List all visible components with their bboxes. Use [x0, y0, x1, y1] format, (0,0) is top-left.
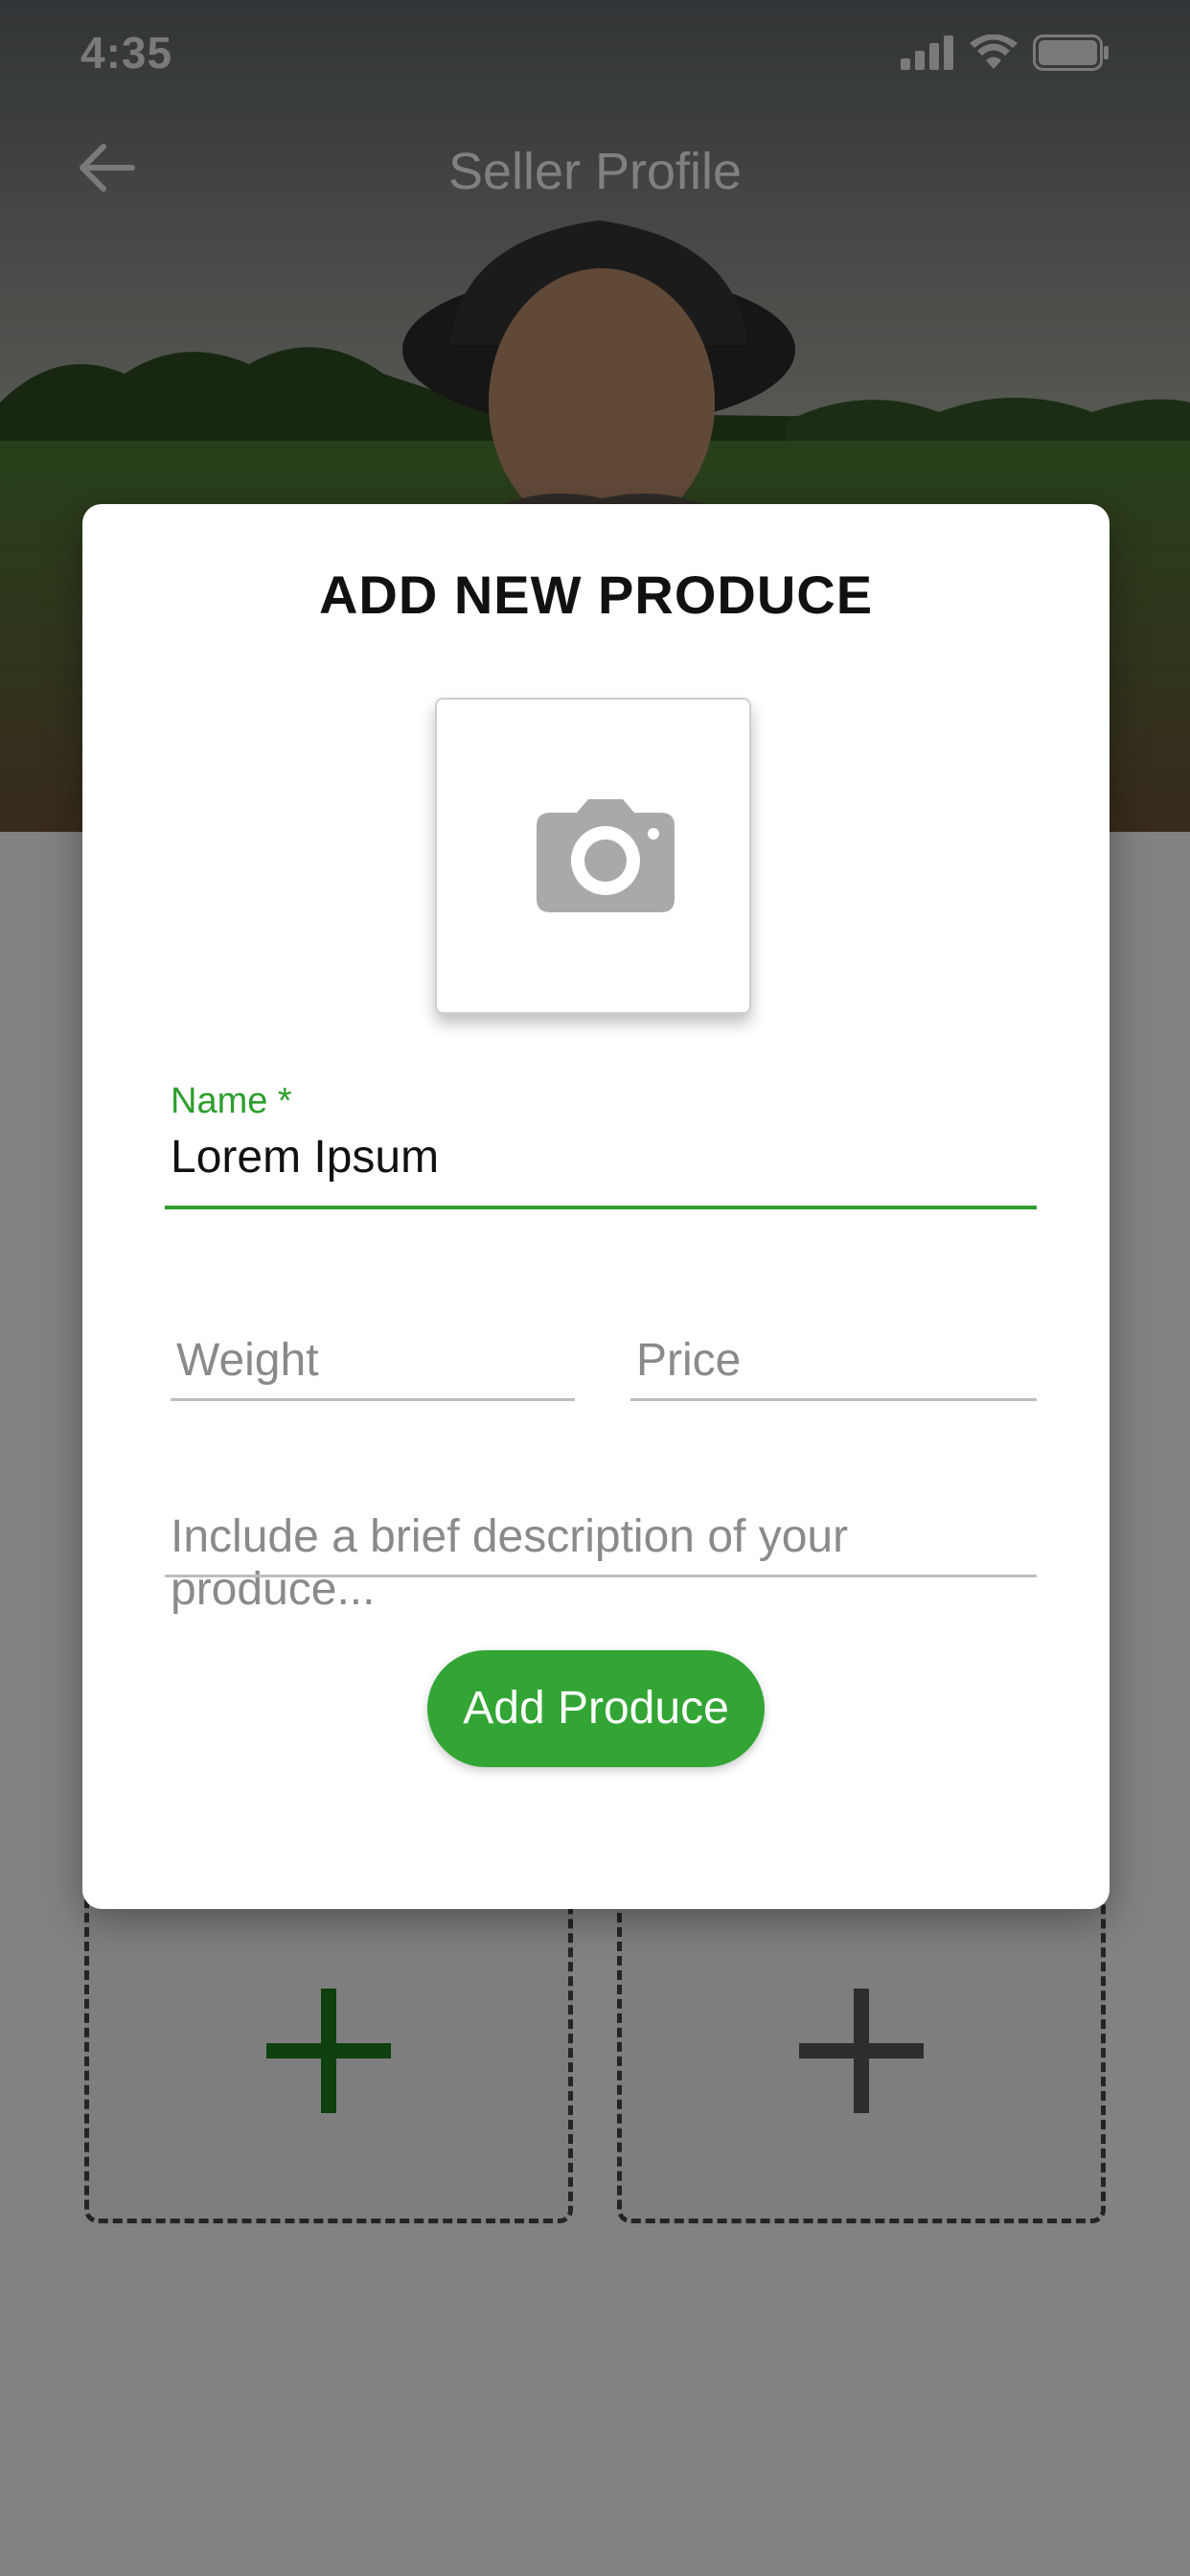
description-underline: [165, 1575, 1037, 1577]
add-produce-button[interactable]: Add Produce: [427, 1650, 765, 1767]
camera-icon: [537, 799, 675, 912]
name-underline: [165, 1206, 1037, 1209]
description-field[interactable]: Include a brief description of your prod…: [165, 1487, 1037, 1615]
description-input[interactable]: Include a brief description of your prod…: [171, 1510, 1037, 1616]
price-field[interactable]: Price: [630, 1311, 1037, 1401]
weight-field[interactable]: Weight: [171, 1311, 575, 1401]
price-underline: [630, 1398, 1037, 1401]
name-label: Name *: [171, 1081, 292, 1121]
weight-underline: [171, 1398, 575, 1401]
add-produce-modal: ADD NEW PRODUCE Name * Lorem Ipsum Weigh…: [82, 504, 1110, 1909]
name-input[interactable]: Lorem Ipsum: [171, 1131, 439, 1184]
modal-title: ADD NEW PRODUCE: [318, 564, 874, 625]
name-field[interactable]: Name * Lorem Ipsum: [165, 1081, 1037, 1209]
price-input[interactable]: Price: [636, 1334, 741, 1387]
photo-picker[interactable]: [435, 698, 751, 1014]
weight-input[interactable]: Weight: [176, 1334, 319, 1387]
